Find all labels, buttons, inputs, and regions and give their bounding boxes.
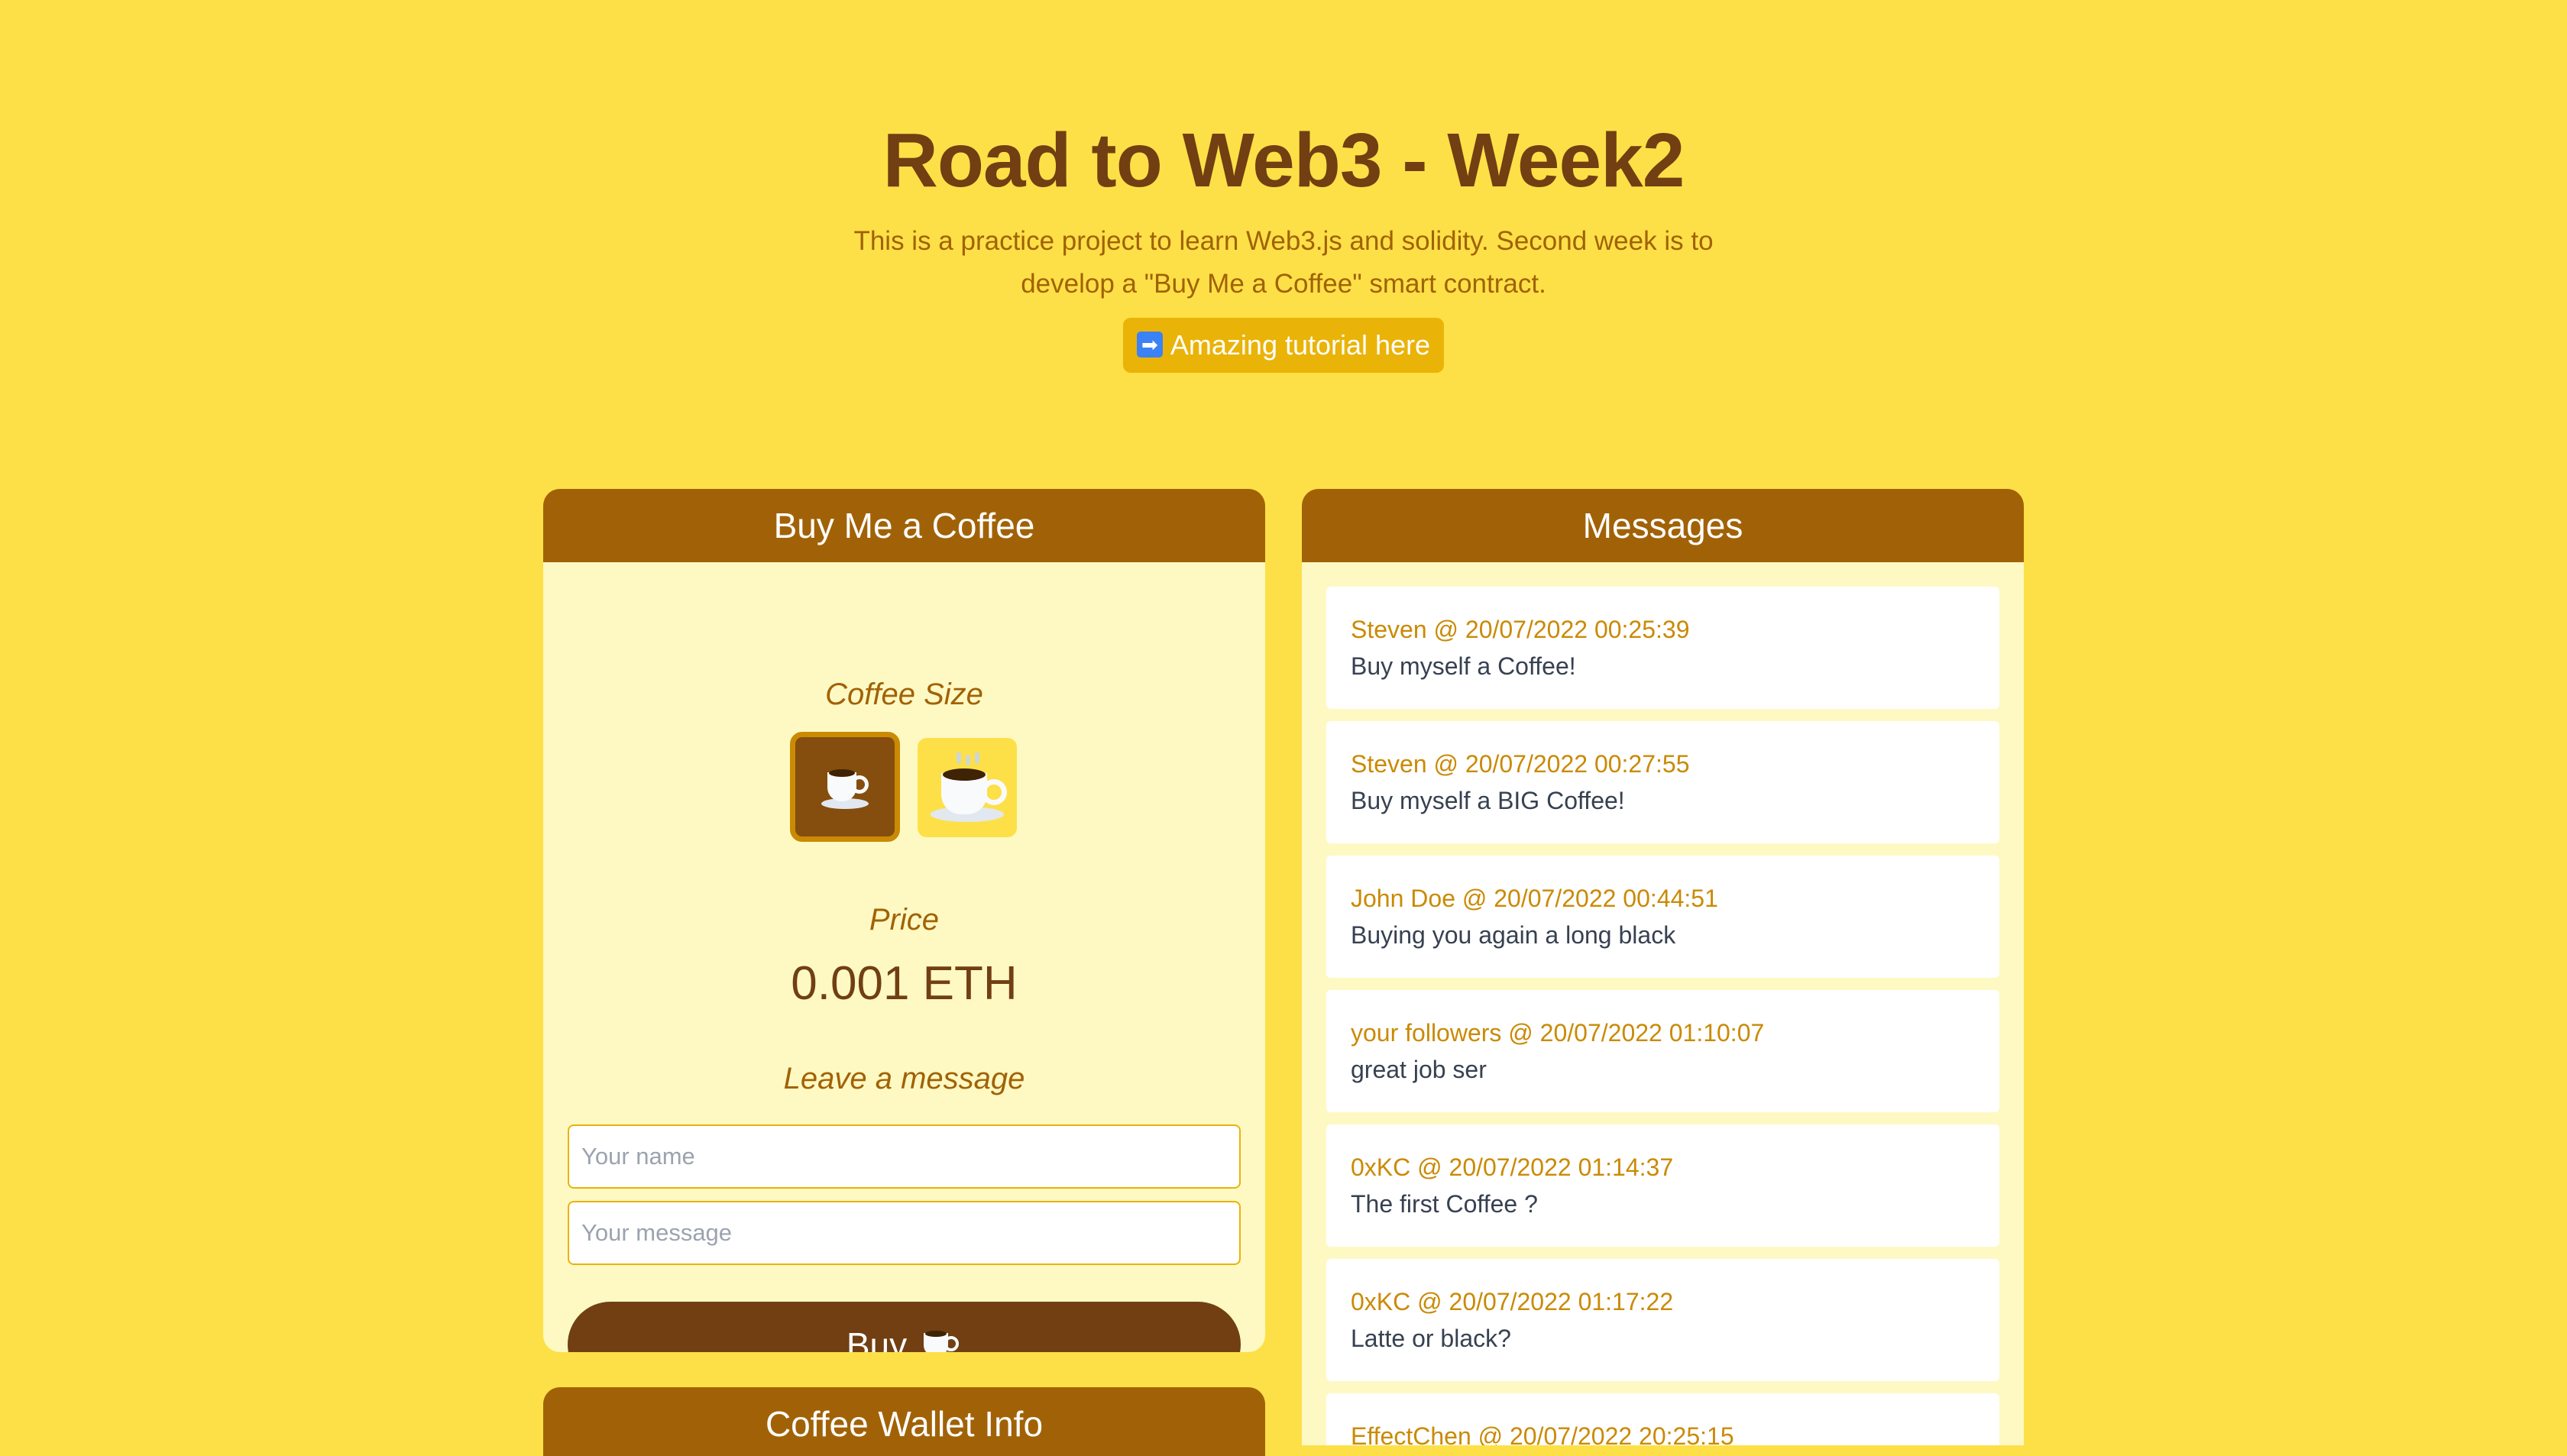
price-label: Price [869,903,940,937]
page-subtitle: This is a practice project to learn Web3… [853,226,1714,299]
message-text: great job ser [1351,1056,1487,1083]
right-arrow-icon: ➡ [1136,332,1163,358]
message-text: Buy myself a Coffee! [1351,652,1576,680]
message-author-time: 0xKC @ 20/07/2022 01:14:37 [1351,1153,1674,1181]
tutorial-link-label: Amazing tutorial here [1170,329,1431,361]
messages-list: Steven @ 20/07/2022 00:25:39 Buy myself … [1302,562,2024,1445]
message-item: John Doe @ 20/07/2022 00:44:51 Buying yo… [1326,856,1999,978]
buy-coffee-card: Buy Me a Coffee Coffee Size Price 0.001 … [543,489,1265,1352]
message-input[interactable] [568,1201,1241,1265]
wallet-info-card: Coffee Wallet Info [543,1387,1265,1456]
name-input[interactable] [568,1124,1241,1189]
wallet-info-card-title: Coffee Wallet Info [543,1387,1265,1456]
tutorial-link-button[interactable]: ➡ Amazing tutorial here [1123,318,1444,373]
message-author-time: EffectChen @ 20/07/2022 20:25:15 [1351,1422,1734,1445]
coffee-cup-icon [916,1330,962,1352]
message-author-time: John Doe @ 20/07/2022 00:44:51 [1351,885,1718,912]
message-item: Steven @ 20/07/2022 00:25:39 Buy myself … [1326,587,1999,709]
message-text: Buying you again a long black [1351,921,1676,949]
message-author-time: Steven @ 20/07/2022 00:27:55 [1351,750,1690,778]
messages-card-title: Messages [1302,489,2024,562]
coffee-size-big-button[interactable] [918,738,1017,837]
message-item: your followers @ 20/07/2022 01:10:07 gre… [1326,990,1999,1112]
buy-button[interactable]: Buy [568,1302,1241,1352]
message-author-time: 0xKC @ 20/07/2022 01:17:22 [1351,1288,1674,1315]
message-text: Latte or black? [1351,1325,1511,1352]
message-text: Buy myself a BIG Coffee! [1351,787,1625,814]
coffee-size-label: Coffee Size [825,678,983,711]
price-value: 0.001 ETH [791,957,1018,1010]
message-text: The first Coffee ? [1351,1190,1538,1218]
page-title: Road to Web3 - Week2 [882,118,1685,203]
coffee-size-small-button[interactable] [790,732,900,842]
leave-message-label: Leave a message [783,1062,1025,1095]
message-author-time: your followers @ 20/07/2022 01:10:07 [1351,1019,1765,1047]
message-item: 0xKC @ 20/07/2022 01:17:22 Latte or blac… [1326,1259,1999,1381]
message-item: Steven @ 20/07/2022 00:27:55 Buy myself … [1326,721,1999,843]
buy-coffee-card-title: Buy Me a Coffee [543,489,1265,562]
buy-button-label: Buy [846,1325,908,1352]
big-coffee-icon [929,752,1007,825]
message-item: EffectChen @ 20/07/2022 20:25:15 [1326,1393,1999,1445]
message-item: 0xKC @ 20/07/2022 01:14:37 The first Cof… [1326,1124,1999,1247]
buy-coffee-card-body: Coffee Size Price 0.001 ETH Leave a mess… [543,562,1265,1352]
messages-card: Messages Steven @ 20/07/2022 00:25:39 Bu… [1302,489,2024,1445]
message-author-time: Steven @ 20/07/2022 00:25:39 [1351,616,1690,643]
small-coffee-icon [820,766,870,812]
